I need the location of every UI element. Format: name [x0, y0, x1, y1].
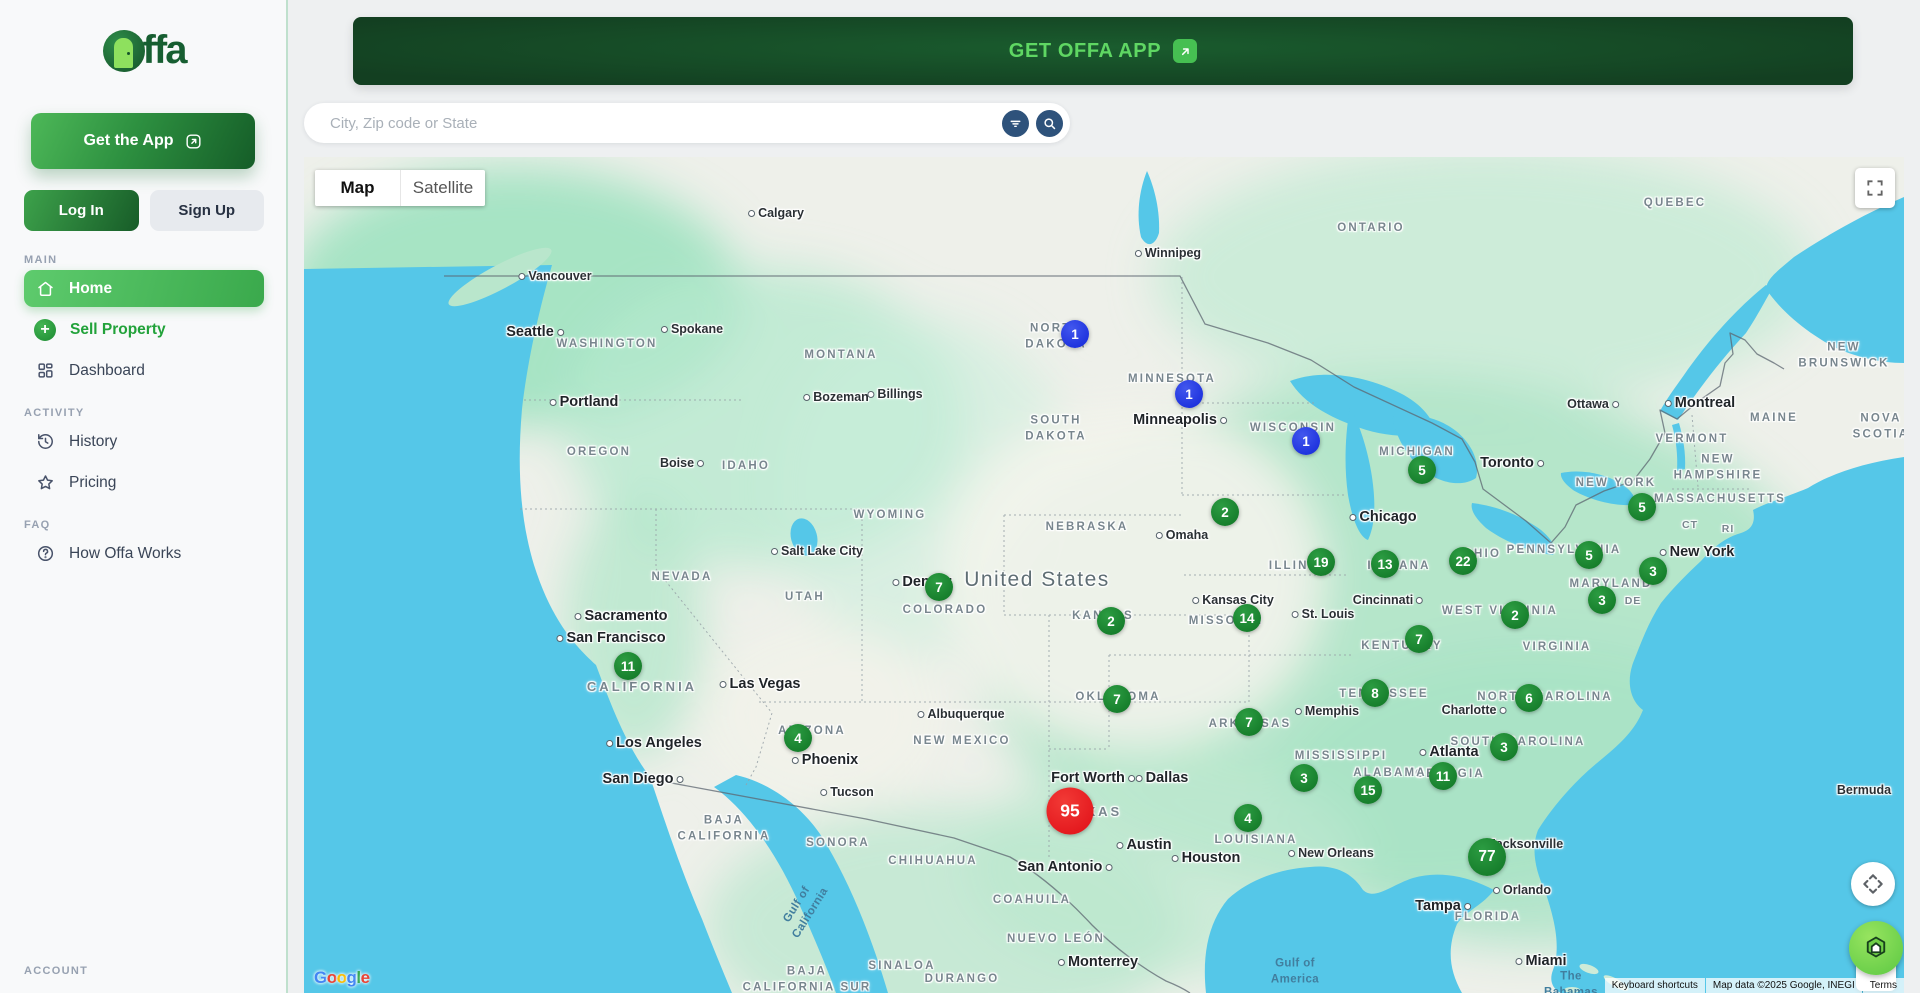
map-cluster-marker[interactable]: 1	[1292, 427, 1320, 455]
home-icon	[36, 279, 55, 298]
map-cluster-marker[interactable]: 5	[1628, 493, 1656, 521]
map-cluster-marker[interactable]: 7	[1235, 708, 1263, 736]
login-button[interactable]: Log In	[24, 190, 139, 231]
main-content: GET OFFA APP	[288, 0, 1920, 993]
question-icon	[36, 544, 55, 563]
map-cluster-marker[interactable]: 7	[1103, 685, 1131, 713]
fullscreen-button[interactable]	[1855, 168, 1895, 208]
map-cluster-marker[interactable]: 2	[1211, 498, 1239, 526]
nav-section-label: MAIN	[24, 240, 264, 266]
external-link-icon	[184, 132, 203, 151]
external-link-icon	[1173, 39, 1197, 63]
map-cluster-marker[interactable]: 3	[1639, 557, 1667, 585]
logo-text: ffa	[143, 28, 186, 73]
location-search	[304, 103, 1070, 143]
house-box-icon	[1861, 933, 1891, 963]
map-data-attribution: Map data ©2025 Google, INEGI	[1706, 978, 1862, 993]
filter-icon	[1007, 115, 1024, 132]
signup-button[interactable]: Sign Up	[150, 190, 265, 231]
account-section-label: ACCOUNT	[24, 965, 88, 977]
map-cluster-marker[interactable]: 7	[925, 573, 953, 601]
nav-section-label: ACTIVITY	[24, 393, 264, 419]
map-cluster-marker[interactable]: 1	[1175, 380, 1203, 408]
map-cluster-marker[interactable]: 11	[614, 652, 642, 680]
search-button[interactable]	[1036, 110, 1063, 137]
map-type-satellite-button[interactable]: Satellite	[400, 170, 485, 206]
google-map[interactable]: United StatesWASHINGTONMONTANAOREGONIDAH…	[304, 157, 1904, 993]
map-cluster-marker[interactable]: 77	[1468, 838, 1506, 876]
sidebar: ffa Get the App Log In Sign Up MAIN Home +…	[0, 0, 288, 993]
fullscreen-icon	[1865, 178, 1885, 198]
map-type-control: Map Satellite	[315, 170, 485, 206]
map-cluster-marker[interactable]: 3	[1290, 764, 1318, 792]
search-input[interactable]	[330, 115, 995, 132]
pan-arrows-icon	[1860, 871, 1886, 897]
map-cluster-marker[interactable]: 13	[1371, 550, 1399, 578]
map-cluster-marker[interactable]: 11	[1429, 762, 1457, 790]
pan-control-button[interactable]	[1851, 862, 1895, 906]
map-cluster-marker[interactable]: 14	[1233, 604, 1261, 632]
keyboard-shortcuts-link[interactable]: Keyboard shortcuts	[1605, 978, 1705, 993]
map-attribution: Keyboard shortcutsMap data ©2025 Google,…	[1605, 978, 1904, 993]
map-cluster-marker[interactable]: 5	[1575, 541, 1603, 569]
sidebar-item-history[interactable]: History	[24, 423, 264, 460]
sidebar-item-pricing[interactable]: Pricing	[24, 464, 264, 501]
sidebar-item-label: How Offa Works	[69, 545, 181, 563]
dashboard-icon	[36, 361, 55, 380]
banner-label: GET OFFA APP	[1009, 40, 1161, 63]
map-type-map-button[interactable]: Map	[315, 170, 400, 206]
map-cluster-marker[interactable]: 8	[1361, 679, 1389, 707]
filter-button[interactable]	[1002, 110, 1029, 137]
map-cluster-marker[interactable]: 15	[1354, 776, 1382, 804]
star-icon	[36, 473, 55, 492]
sidebar-item-dashboard[interactable]: Dashboard	[24, 352, 264, 389]
map-cluster-marker[interactable]: 3	[1490, 733, 1518, 761]
plus-icon: +	[36, 319, 56, 341]
sidebar-item-label: History	[69, 433, 117, 451]
terms-link[interactable]: Terms	[1863, 978, 1904, 993]
search-icon	[1041, 115, 1058, 132]
get-the-app-button[interactable]: Get the App	[31, 113, 255, 169]
map-cluster-marker[interactable]: 22	[1449, 547, 1477, 575]
offa-logo-door-icon	[103, 30, 145, 72]
sidebar-nav: MAIN Home + Sell Property Dashboard ACTIVITY H…	[0, 240, 288, 576]
sidebar-item-label: Home	[69, 280, 112, 298]
map-cluster-marker[interactable]: 2	[1501, 601, 1529, 629]
sidebar-item-sell-property[interactable]: + Sell Property	[24, 311, 264, 348]
get-offa-app-banner[interactable]: GET OFFA APP	[353, 17, 1853, 85]
map-cluster-marker[interactable]: 6	[1515, 684, 1543, 712]
sidebar-item-label: Pricing	[69, 474, 116, 492]
map-cluster-marker[interactable]: 19	[1307, 548, 1335, 576]
history-icon	[36, 432, 55, 451]
map-cluster-marker[interactable]: 5	[1408, 456, 1436, 484]
google-logo: Google	[314, 968, 370, 988]
home-location-button[interactable]	[1849, 921, 1903, 975]
get-app-label: Get the App	[83, 132, 173, 150]
sidebar-item-label: Sell Property	[70, 321, 166, 339]
sidebar-item-home[interactable]: Home	[24, 270, 264, 307]
sidebar-item-label: Dashboard	[69, 362, 145, 380]
nav-section-label: FAQ	[24, 505, 264, 531]
map-cluster-marker[interactable]: 4	[1234, 804, 1262, 832]
offa-logo[interactable]: ffa	[0, 28, 288, 73]
map-cluster-marker[interactable]: 7	[1405, 625, 1433, 653]
map-cluster-marker[interactable]: 3	[1588, 586, 1616, 614]
map-cluster-marker[interactable]: 4	[784, 724, 812, 752]
sidebar-item-how-offa-works[interactable]: How Offa Works	[24, 535, 264, 572]
map-cluster-marker[interactable]: 2	[1097, 607, 1125, 635]
map-cluster-marker[interactable]: 95	[1047, 788, 1094, 835]
map-cluster-marker[interactable]: 1	[1061, 320, 1089, 348]
map-markers-layer: 111552191322533721472117867343151147795	[304, 157, 1904, 993]
